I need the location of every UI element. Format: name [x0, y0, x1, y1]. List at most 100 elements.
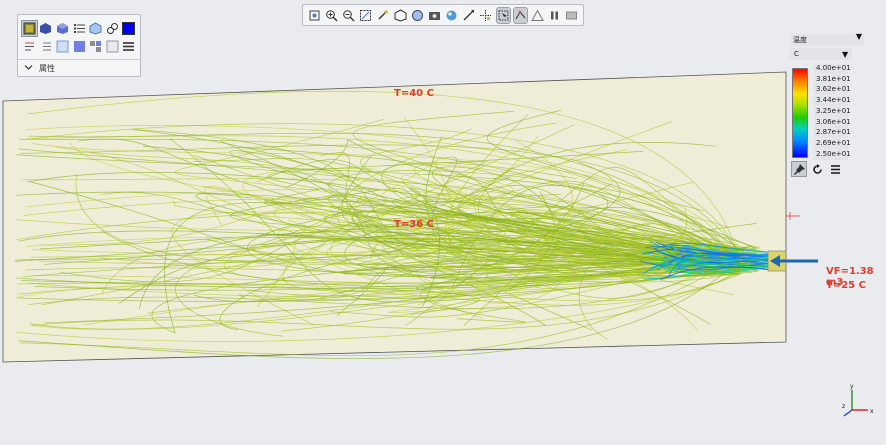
legend-menu-icon[interactable]	[828, 162, 842, 176]
legend-tick-label: 3.62e+01	[814, 85, 851, 96]
inlet-jet-streamlines	[640, 241, 769, 280]
color-swatch-icon[interactable]	[121, 21, 136, 36]
jet-streamline	[650, 241, 769, 257]
streamline	[204, 185, 730, 254]
view-cube-icon[interactable]	[393, 8, 407, 23]
streamline	[16, 273, 741, 306]
tile-icon[interactable]	[105, 39, 120, 54]
display-palette: 属性	[17, 14, 141, 77]
streamline	[31, 143, 741, 271]
panel-icon[interactable]	[55, 39, 70, 54]
material-icon[interactable]	[72, 39, 87, 54]
skip-icon[interactable]	[565, 8, 578, 23]
streamline	[404, 181, 758, 269]
animation-icon[interactable]	[531, 8, 544, 23]
select-icon[interactable]	[479, 8, 492, 23]
zoom-fit-icon[interactable]	[308, 8, 321, 23]
streamline	[370, 238, 748, 259]
render-icon[interactable]	[445, 8, 458, 23]
streamline	[400, 175, 741, 270]
streamline	[328, 170, 756, 250]
transparent-cube-icon[interactable]	[88, 21, 103, 36]
streamline	[539, 191, 757, 250]
link-icon[interactable]	[105, 21, 120, 36]
streamline	[21, 255, 741, 285]
outline-list-icon[interactable]	[39, 39, 54, 54]
jet-streamline	[657, 252, 769, 271]
streamline	[15, 219, 741, 272]
streamline	[431, 156, 734, 273]
legend-unit-dropdown-icon[interactable]: ▼	[842, 50, 848, 59]
jet-streamline	[677, 263, 769, 273]
streamline	[413, 164, 731, 249]
shaded-icon[interactable]	[39, 21, 54, 36]
jet-streamline	[664, 256, 769, 272]
streamline	[352, 110, 744, 274]
streamline	[330, 149, 749, 273]
streamline	[274, 196, 743, 265]
refresh-icon[interactable]	[810, 162, 824, 176]
streamline	[18, 253, 741, 298]
streamline	[28, 132, 741, 267]
streamline	[328, 195, 728, 259]
properties-toggle[interactable]: 属性	[18, 59, 140, 77]
pin-icon[interactable]	[791, 161, 807, 177]
streamline	[458, 244, 753, 265]
streamline	[29, 264, 741, 330]
zoom-in-icon[interactable]	[325, 8, 338, 23]
view-toolbar	[302, 4, 584, 26]
list-icon[interactable]	[72, 21, 87, 36]
legend-tick-label: 3.44e+01	[814, 96, 851, 107]
zoom-box-icon[interactable]	[359, 8, 372, 23]
streamlines	[15, 90, 760, 359]
jet-streamline	[663, 256, 769, 265]
axis-z-label: z	[842, 403, 845, 410]
view-orient-icon[interactable]	[411, 8, 424, 23]
streamline	[577, 161, 754, 255]
ruler-icon[interactable]	[512, 6, 528, 24]
pause-icon[interactable]	[548, 8, 561, 23]
rotate-icon[interactable]	[376, 8, 389, 23]
legend-title[interactable]: 温度	[790, 34, 864, 46]
streamline	[372, 249, 734, 274]
cube-icon[interactable]	[55, 21, 70, 36]
streamline	[486, 219, 737, 325]
streamline	[546, 237, 722, 332]
streamline	[388, 263, 725, 313]
streamline	[379, 240, 746, 269]
screenshot-icon[interactable]	[428, 8, 441, 23]
streamline	[282, 124, 755, 292]
shaded-edges-icon[interactable]	[21, 19, 38, 37]
streamline	[20, 144, 741, 254]
streamline	[449, 237, 734, 262]
streamline	[23, 198, 741, 260]
section-icon[interactable]	[462, 8, 475, 23]
streamline	[27, 90, 741, 263]
jet-streamline	[673, 255, 769, 267]
temperature-legend: 温度 ▼ C ▼ 4.00e+01 3.81e+01 3.62e+01 3.44e+0…	[786, 30, 866, 180]
streamline	[31, 249, 741, 263]
streamline	[16, 272, 741, 342]
sort-icon[interactable]	[22, 39, 37, 54]
legend-title-dropdown-icon[interactable]: ▼	[856, 32, 862, 41]
jet-streamline	[674, 253, 769, 259]
streamline	[87, 151, 737, 263]
streamline	[424, 200, 729, 255]
streamline	[397, 207, 737, 277]
streamline	[331, 223, 757, 273]
menu-icon[interactable]	[121, 39, 136, 54]
streamline	[463, 219, 748, 326]
streamline	[151, 250, 744, 334]
streamline	[164, 201, 737, 334]
streamline	[56, 146, 739, 263]
grid-icon[interactable]	[88, 39, 103, 54]
jet-streamline	[674, 248, 769, 263]
streamline	[247, 258, 732, 297]
streamline	[337, 122, 735, 277]
zoom-out-icon[interactable]	[342, 8, 355, 23]
streamline	[246, 193, 752, 278]
probe-icon[interactable]	[495, 6, 511, 24]
streamline	[347, 188, 738, 276]
legend-tick-label: 4.00e+01	[814, 64, 851, 74]
streamline	[349, 204, 758, 277]
